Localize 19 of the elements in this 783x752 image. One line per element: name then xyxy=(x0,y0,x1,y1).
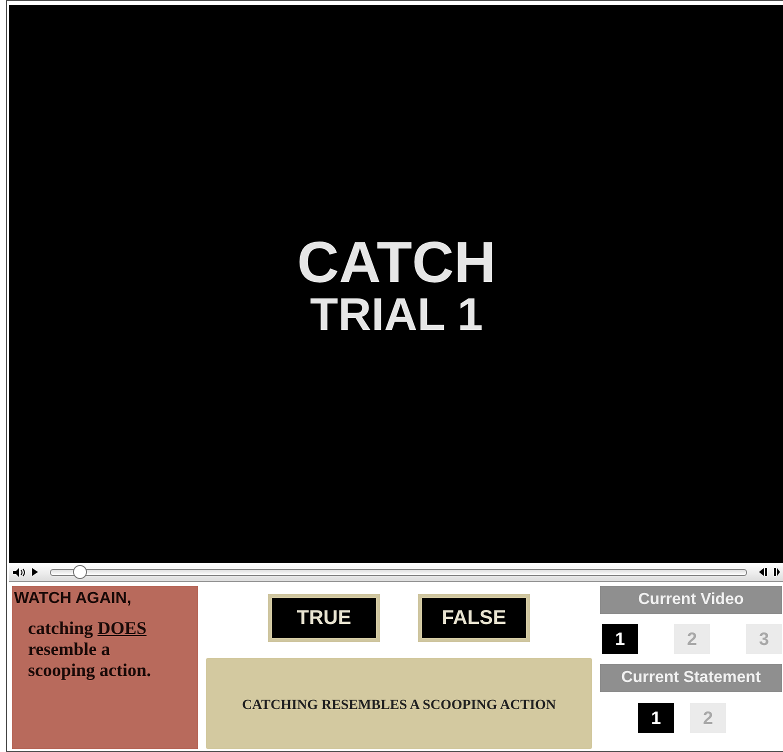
number-indicator: 1 xyxy=(602,624,638,654)
section-header: Current Statement xyxy=(600,664,782,692)
step-back-icon[interactable] xyxy=(759,568,768,576)
video-caption: CATCH xyxy=(297,235,496,291)
number-indicator: 2 xyxy=(690,703,726,733)
play-icon[interactable] xyxy=(32,568,38,576)
video-caption: TRIAL 1 xyxy=(310,291,483,337)
feedback-heading: WATCH AGAIN, xyxy=(14,590,132,608)
slider-thumb[interactable] xyxy=(72,564,87,578)
section-header: Current Video xyxy=(600,586,782,614)
number-indicator: 1 xyxy=(638,703,674,733)
number-indicator: 2 xyxy=(674,624,710,654)
step-forward-icon[interactable] xyxy=(774,568,780,576)
feedback-message: catching DOES resemble a scooping action. xyxy=(28,618,152,681)
volume-icon[interactable] xyxy=(13,568,26,576)
answer-button[interactable]: TRUE xyxy=(268,594,380,642)
number-indicator: 3 xyxy=(746,624,782,654)
statement-text: CATCHING RESEMBLES A SCOOPING ACTION xyxy=(242,696,556,714)
answer-button[interactable]: FALSE xyxy=(418,594,530,642)
